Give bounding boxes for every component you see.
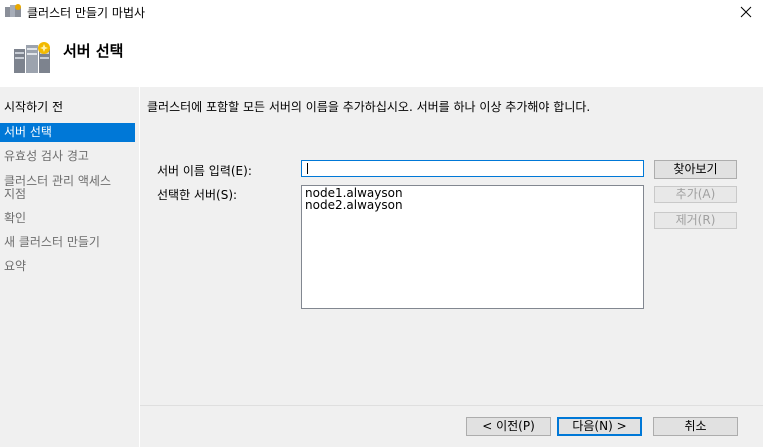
browse-button[interactable]: 찾아보기	[654, 160, 737, 179]
wizard-header: 서버 선택	[0, 24, 763, 86]
sidebar-item-summary[interactable]: 요약	[0, 260, 135, 273]
selected-servers-list[interactable]: node1.alwayson node2.alwayson	[301, 185, 644, 309]
sidebar-item-create-cluster[interactable]: 새 클러스터 만들기	[0, 236, 135, 249]
main-panel: 클러스터에 포함할 모든 서버의 이름을 추가하십시오. 서버를 하나 이상 추…	[140, 87, 763, 405]
close-icon	[740, 6, 752, 18]
server-name-input[interactable]	[301, 160, 644, 177]
server-name-label: 서버 이름 입력(E):	[157, 164, 252, 178]
sidebar-item-confirmation[interactable]: 확인	[0, 212, 135, 225]
sidebar-item-before-you-begin[interactable]: 시작하기 전	[0, 101, 135, 114]
add-button[interactable]: 추가(A)	[654, 186, 737, 203]
remove-button[interactable]: 제거(R)	[654, 212, 737, 229]
cluster-wizard-icon	[5, 4, 21, 17]
wizard-footer: < 이전(P) 다음(N) > 취소	[140, 405, 763, 447]
servers-icon	[14, 42, 50, 73]
sidebar-item-access-point[interactable]: 클러스터 관리 액세스 지점	[0, 175, 128, 201]
page-title: 서버 선택	[63, 42, 124, 60]
window-title: 클러스터 만들기 마법사	[27, 6, 146, 20]
cancel-button[interactable]: 취소	[653, 417, 738, 436]
selected-servers-label: 선택한 서버(S):	[157, 188, 238, 202]
sidebar-item-validation-warning[interactable]: 유효성 검사 경고	[0, 150, 135, 163]
title-bar: 클러스터 만들기 마법사	[0, 0, 763, 24]
text-caret	[307, 163, 308, 174]
list-item[interactable]: node2.alwayson	[305, 199, 403, 211]
instruction-text: 클러스터에 포함할 모든 서버의 이름을 추가하십시오. 서버를 하나 이상 추…	[147, 100, 591, 114]
sidebar-item-select-servers[interactable]: 서버 선택	[0, 123, 135, 142]
previous-button[interactable]: < 이전(P)	[466, 417, 551, 436]
wizard-steps-sidebar: 시작하기 전 서버 선택 유효성 검사 경고 클러스터 관리 액세스 지점 확인…	[0, 87, 139, 447]
next-button[interactable]: 다음(N) >	[557, 417, 642, 436]
close-button[interactable]	[729, 0, 763, 24]
